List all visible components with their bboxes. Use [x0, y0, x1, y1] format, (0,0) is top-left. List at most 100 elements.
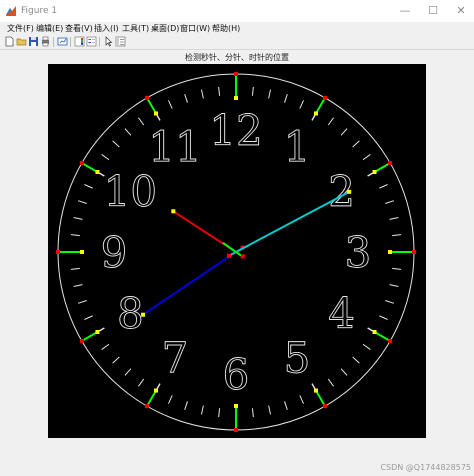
minute-tick	[168, 100, 173, 109]
numeral-10: 10	[104, 167, 157, 216]
insert-legend-icon[interactable]	[86, 36, 97, 47]
minute-hand-line	[228, 190, 350, 257]
marker-start-point	[80, 250, 84, 254]
toolbar-separator	[70, 37, 71, 47]
numeral-1: 1	[284, 122, 311, 171]
marker-start-point	[95, 170, 100, 174]
minute-tick	[200, 405, 204, 415]
watermark: CSDN @Q1744828575	[380, 463, 471, 472]
matlab-icon	[5, 5, 17, 17]
property-inspector-icon[interactable]	[115, 36, 126, 47]
menu-tools[interactable]: 工具(T)	[122, 23, 149, 34]
marker-start-point	[388, 250, 392, 254]
second-hand-tip	[171, 209, 176, 214]
menu-bar: 文件(F) 编辑(E) 查看(V) 插入(I) 工具(T) 桌面(D) 窗口(W…	[0, 22, 474, 35]
minute-tick	[70, 267, 80, 270]
minute-tick	[299, 100, 304, 109]
numeral-8: 8	[117, 289, 144, 338]
marker-end-point	[145, 404, 149, 409]
marker-line	[315, 97, 326, 114]
menu-desktop[interactable]: 桌面(D)	[151, 23, 179, 34]
marker-line	[81, 331, 98, 342]
save-icon[interactable]	[28, 36, 39, 47]
menu-file[interactable]: 文件(F)	[7, 23, 34, 34]
insert-colorbar-icon[interactable]	[74, 36, 85, 47]
menu-window[interactable]: 窗口(W)	[180, 23, 210, 34]
menu-insert[interactable]: 插入(I)	[94, 23, 119, 34]
axes-image[interactable]: 12 1 2 3 4 5 6 7 8 9 10 11	[48, 64, 426, 438]
minute-tick	[112, 356, 120, 364]
minute-tick	[340, 128, 348, 136]
minute-tick	[268, 405, 272, 415]
hour-hand-tip	[141, 312, 146, 317]
marker-end-point	[388, 161, 393, 165]
marker-end-point	[79, 339, 84, 343]
second-hand-base	[240, 254, 245, 259]
open-file-icon[interactable]	[16, 36, 27, 47]
minute-tick	[379, 315, 388, 320]
marker-start-point	[372, 330, 377, 334]
marker-start-point	[95, 330, 100, 334]
menu-help[interactable]: 帮助(H)	[212, 23, 240, 34]
minute-tick	[138, 378, 145, 387]
minute-tick	[138, 117, 145, 126]
maximize-button[interactable]: ☐	[421, 2, 445, 20]
marker-end-point	[323, 95, 327, 100]
minute-tick	[84, 315, 93, 320]
minute-tick	[73, 284, 83, 288]
marker-start-point	[154, 111, 158, 116]
minute-hand-tip	[347, 189, 352, 194]
edit-plot-arrow-icon[interactable]	[103, 36, 114, 47]
title-bar[interactable]: Figure 1 — ☐ ✕	[0, 0, 474, 22]
marker-line	[315, 390, 326, 407]
new-figure-icon[interactable]	[4, 36, 15, 47]
link-plot-icon[interactable]	[57, 36, 68, 47]
numeral-5: 5	[284, 334, 311, 383]
marker-start-point	[372, 170, 377, 174]
minute-tick	[168, 395, 173, 404]
marker-start-point	[154, 388, 158, 393]
marker-line	[146, 97, 157, 114]
print-icon[interactable]	[40, 36, 51, 47]
toolbar-separator	[99, 37, 100, 47]
marker-start-point	[234, 96, 238, 100]
marker-end-point	[234, 72, 238, 76]
close-button[interactable]: ✕	[449, 2, 473, 20]
numeral-3: 3	[345, 228, 372, 277]
minute-tick	[77, 300, 87, 304]
menu-view[interactable]: 查看(V)	[65, 23, 93, 34]
marker-line	[374, 162, 391, 173]
minute-tick	[112, 140, 120, 148]
minute-tick	[73, 216, 83, 220]
minute-tick	[392, 267, 402, 270]
marker-start-point	[314, 388, 318, 393]
minute-tick	[218, 86, 221, 96]
minute-tick	[84, 184, 93, 189]
minute-tick	[101, 154, 110, 161]
numeral-4: 4	[328, 289, 355, 338]
marker-end-point	[323, 404, 327, 409]
minute-tick	[124, 368, 132, 376]
marker-end-point	[145, 95, 149, 100]
minute-tick	[70, 234, 80, 237]
clock-image: 12 1234567891011	[56, 72, 416, 432]
minute-tick	[299, 395, 304, 404]
marker-line	[374, 331, 391, 342]
minute-tick	[352, 140, 360, 148]
window-title: Figure 1	[21, 6, 58, 16]
minimize-button[interactable]: —	[393, 2, 417, 20]
minute-tick	[327, 378, 334, 387]
minute-tick	[362, 154, 371, 161]
marker-start-point	[234, 404, 238, 408]
minute-tick	[218, 408, 221, 418]
marker-start-point	[314, 111, 318, 116]
minute-tick	[251, 408, 254, 418]
minute-tick	[362, 343, 371, 350]
minute-tick	[200, 89, 204, 99]
minute-tick	[352, 356, 360, 364]
numeral-7: 7	[162, 334, 189, 383]
marker-end-point	[56, 250, 60, 254]
menu-edit[interactable]: 编辑(E)	[36, 23, 63, 34]
marker-line	[81, 162, 98, 173]
toolbar-separator	[53, 37, 54, 47]
